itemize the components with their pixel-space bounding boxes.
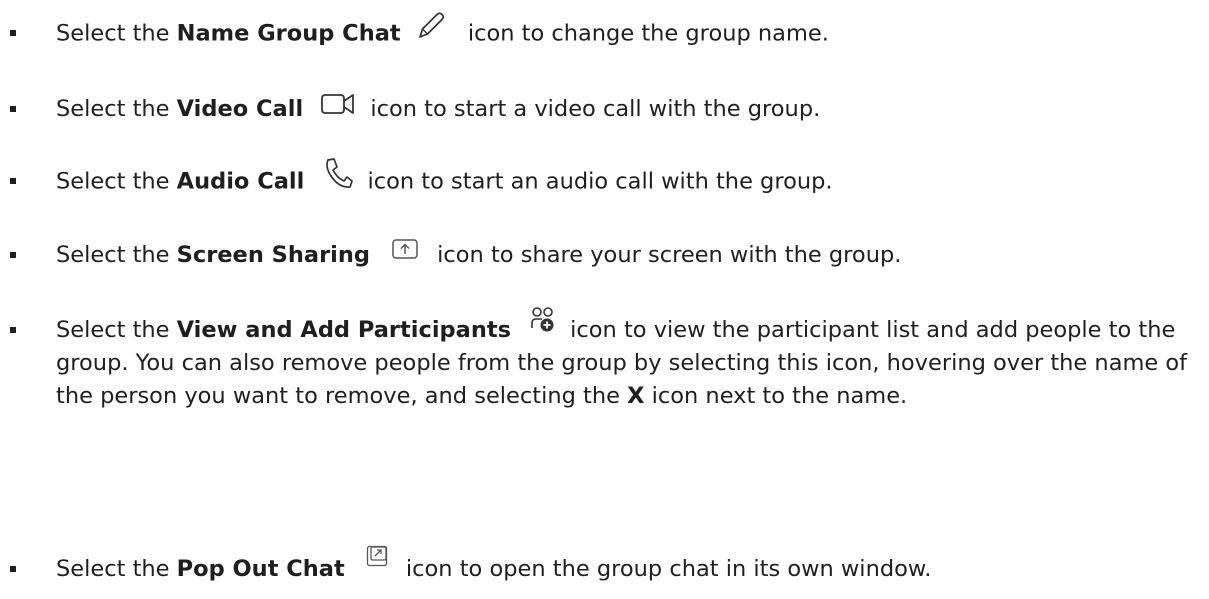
phone-icon (323, 156, 354, 190)
bullet (10, 566, 16, 572)
item-text: icon to open the group chat in its own w… (405, 556, 932, 582)
bullet (10, 30, 16, 36)
item-bold-label: Screen Sharing (176, 242, 371, 268)
list-item: Select the Audio Call icon to start an a… (56, 158, 1206, 199)
bullet (10, 106, 16, 112)
bullet (10, 327, 16, 333)
item-bold-label: X (627, 383, 645, 409)
item-text: Select the (56, 317, 177, 343)
item-bold-label: Video Call (176, 96, 304, 122)
item-text: icon next to the name. (644, 383, 908, 409)
list-item: Select the Pop Out Chat icon to open the… (56, 545, 1206, 586)
item-bold-label: View and Add Participants (176, 317, 512, 343)
bullet (10, 178, 16, 184)
item-text: Select the (56, 20, 177, 47)
item-text: Select the (56, 556, 177, 582)
item-bold-label: Pop Out Chat (176, 556, 345, 582)
item-text: icon to start an audio call with the gro… (367, 168, 833, 195)
item-text: Select the (56, 168, 177, 195)
item-text: Select the (56, 96, 177, 122)
item-text: Select the (56, 242, 177, 268)
list-item: Select the Video Call icon to start a vi… (56, 93, 1206, 126)
list-item: Select the Screen Sharing icon to share … (56, 238, 1206, 272)
item-text: icon to share your screen with the group… (437, 242, 902, 268)
item-text: icon to start a video call with the grou… (370, 96, 821, 122)
screen-share-icon (391, 238, 419, 262)
participants-add-icon (530, 306, 556, 336)
list-item: Select the Name Group Chat icon to chang… (56, 12, 1206, 51)
pop-out-icon (366, 545, 388, 567)
list-item: Select the View and Add Participants ico… (56, 306, 1206, 413)
item-text: icon to change the group name. (467, 20, 829, 47)
bullet (10, 252, 16, 258)
pencil-icon (414, 9, 448, 43)
item-bold-label: Name Group Chat (176, 20, 401, 47)
video-camera-icon (320, 90, 356, 118)
item-bold-label: Audio Call (176, 168, 305, 195)
